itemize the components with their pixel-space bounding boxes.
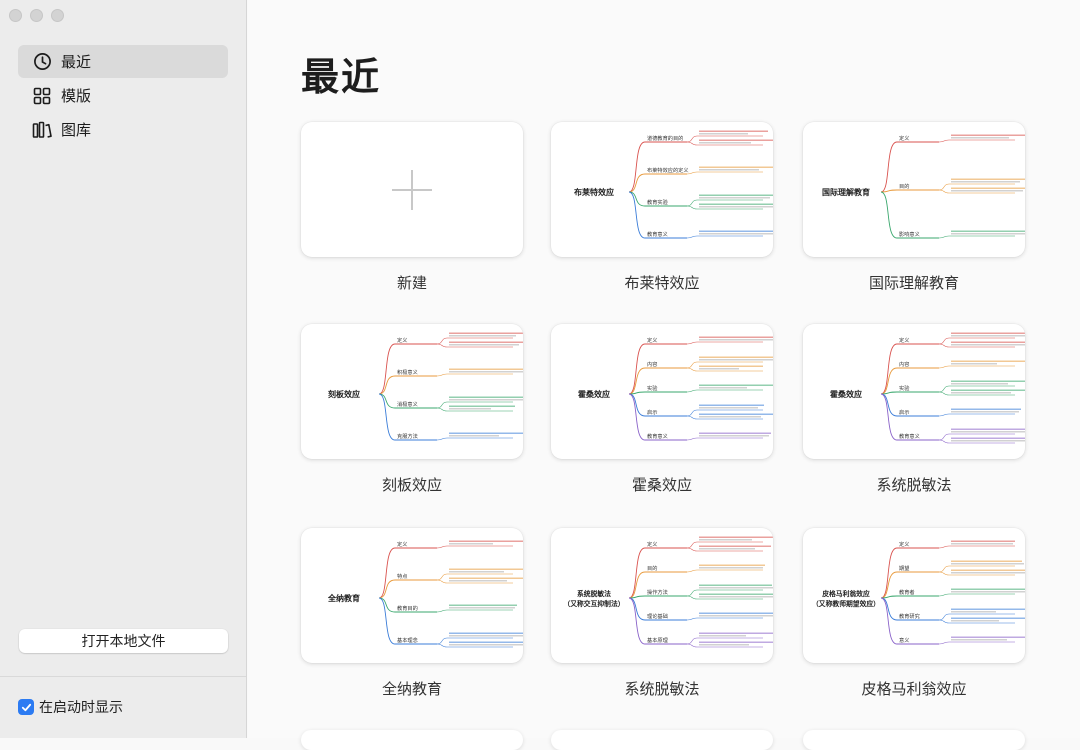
mindmap-branch-label: 实验 <box>899 384 910 392</box>
mindmap-branch-label: 道德教育的目的 <box>647 134 683 142</box>
mindmap-thumbnail: 霍桑效应 定义内容实验启示教育意义 <box>578 336 773 441</box>
sidebar-item-label: 最近 <box>61 53 92 71</box>
mindmap-root-label: 霍桑效应 <box>830 389 862 399</box>
mindmap-branch-label: 教育研究 <box>899 612 920 620</box>
file-card[interactable]: 系统脱敏法 （又称交互抑制法） 定义目的操作方法理论基础基本原理 <box>551 528 773 663</box>
mindmap-branch-label: 目的 <box>899 182 909 190</box>
mindmap-root-label: 刻板效应 <box>328 389 360 399</box>
show-on-startup-option: 在启动时显示 <box>18 697 123 717</box>
mindmap-branch-label: 期望 <box>899 564 909 572</box>
file-card[interactable]: 皮格马利翁效应 （又称教师期望效应） 定义期望教育者教育研究意义 <box>803 528 1025 663</box>
mindmap-root-label: 全纳教育 <box>327 593 360 603</box>
file-card-title: 系统脱敏法 <box>624 680 700 698</box>
mindmap-branch-label: 定义 <box>397 540 407 548</box>
mindmap-branch-label: 教育目的 <box>397 604 418 612</box>
mindmap-branch-label: 启示 <box>647 408 657 416</box>
mindmap-branch-label: 定义 <box>899 134 909 142</box>
file-card-title: 布莱特效应 <box>624 274 700 292</box>
mindmap-thumbnail: 刻板效应 定义积极意义消极意义克服方法 <box>328 332 523 441</box>
file-card[interactable]: 霍桑效应 定义内容实验启示教育意义 <box>551 324 773 459</box>
library-icon <box>32 120 52 140</box>
page-title: 最近 <box>301 55 382 99</box>
sidebar-item-label: 模版 <box>61 87 92 105</box>
mindmap-branch-label: 目的 <box>647 564 657 572</box>
mindmap-branch-label: 教育实验 <box>647 198 669 206</box>
main-content: 最近 新建 布莱特效应 道德教育的目的 布莱特效应的定义 教育实验 教育意义 布莱特效应 国际… <box>248 0 1080 750</box>
mindmap-branch-label: 内容 <box>647 360 657 368</box>
mindmap-branch-label: 基本原理 <box>647 636 669 644</box>
file-card[interactable]: 国际理解教育 定义目的影响意义 <box>803 122 1025 257</box>
file-card-partial[interactable] <box>551 730 773 750</box>
mindmap-thumbnail: 布莱特效应 道德教育的目的布莱特效应的定义教育实验教育意义 <box>573 130 773 239</box>
checkmark-icon <box>21 703 31 711</box>
sidebar-item-label: 图库 <box>61 121 92 139</box>
mindmap-branch-label: 教育意义 <box>899 432 920 440</box>
close-window-button[interactable] <box>9 9 22 22</box>
mindmap-thumbnail: 全纳教育 定义特点教育目的基本理念 <box>327 540 523 648</box>
mindmap-branch-label: 启示 <box>899 408 909 416</box>
mindmap-branch-label: 定义 <box>647 540 657 548</box>
mindmap-thumbnail: 霍桑效应 定义内容实验启示教育意义 <box>830 332 1025 444</box>
file-card[interactable]: 布莱特效应 道德教育的目的 布莱特效应的定义 教育实验教育意义 <box>551 122 773 257</box>
file-card-partial[interactable] <box>301 730 523 750</box>
window-controls <box>9 9 64 22</box>
grid-icon <box>32 86 52 106</box>
mindmap-branch-label: 教育意义 <box>647 230 668 238</box>
mindmap-branch-label: 影响意义 <box>899 230 920 238</box>
mindmap-thumbnail: 国际理解教育 定义目的影响意义 <box>822 134 1025 239</box>
mindmap-branch-label: 特点 <box>397 572 407 580</box>
mindmap-root-label: 皮格马利翁效应 <box>821 589 870 598</box>
show-on-startup-checkbox[interactable] <box>18 699 34 715</box>
new-file-card[interactable] <box>301 122 523 257</box>
mindmap-thumbnail: 系统脱敏法（又称交互抑制法） 定义目的操作方法理论基础基本原理 <box>563 536 773 648</box>
minimize-window-button[interactable] <box>30 9 43 22</box>
mindmap-root-label: 系统脱敏法 <box>577 589 611 598</box>
zoom-window-button[interactable] <box>51 9 64 22</box>
file-card-title: 霍桑效应 <box>631 476 692 494</box>
mindmap-branch-label: 积极意义 <box>397 368 418 376</box>
file-card-title: 皮格马利翁效应 <box>861 680 967 698</box>
mindmap-root-label: （又称交互抑制法） <box>563 599 624 608</box>
clock-icon <box>32 52 52 72</box>
file-card[interactable]: 全纳教育 定义特点教育目的基本理念 <box>301 528 523 663</box>
mindmap-branch-label: 消极意义 <box>397 400 418 408</box>
file-card-title: 系统脱敏法 <box>876 476 952 494</box>
sidebar-item-recent[interactable]: 最近 <box>18 45 228 78</box>
mindmap-branch-label: 教育意义 <box>647 432 668 440</box>
sidebar: 最近 模版 图库 打开本地文件 在启动时显示 <box>0 0 247 738</box>
file-card-title: 全纳教育 <box>381 680 442 698</box>
file-card-title: 国际理解教育 <box>868 274 959 292</box>
sidebar-nav: 最近 模版 图库 <box>18 45 228 147</box>
sidebar-divider <box>0 676 246 677</box>
mindmap-branch-label: 教育者 <box>899 588 915 596</box>
mindmap-root-label: 布莱特效应 <box>573 187 614 197</box>
mindmap-branch-label: 定义 <box>647 336 657 344</box>
mindmap-branch-label: 克服方法 <box>397 432 418 440</box>
open-local-file-button[interactable]: 打开本地文件 <box>19 629 228 653</box>
mindmap-branch-label: 定义 <box>899 540 909 548</box>
mindmap-branch-label: 理论基础 <box>647 612 668 620</box>
file-card-title: 新建 <box>396 274 427 292</box>
file-card-title: 刻板效应 <box>381 476 442 494</box>
mindmap-branch-label: 定义 <box>899 336 909 344</box>
mindmap-root-label: 霍桑效应 <box>578 389 610 399</box>
mindmap-branch-label: 定义 <box>397 336 407 344</box>
mindmap-thumbnail: 皮格马利翁效应（又称教师期望效应） 定义期望教育者教育研究意义 <box>812 540 1025 645</box>
plus-icon <box>392 170 432 210</box>
mindmap-branch-label: 内容 <box>899 360 909 368</box>
mindmap-branch-label: 基本理念 <box>397 636 418 644</box>
file-card[interactable]: 霍桑效应 定义内容实验启示教育意义 <box>803 324 1025 459</box>
mindmap-root-label: （又称教师期望效应） <box>812 599 880 608</box>
sidebar-item-library[interactable]: 图库 <box>18 113 228 146</box>
show-on-startup-label: 在启动时显示 <box>39 700 123 716</box>
mindmap-root-label: 国际理解教育 <box>822 187 870 197</box>
mindmap-branch-label: 实验 <box>647 384 658 392</box>
mindmap-branch-label: 操作方法 <box>647 588 668 596</box>
mindmap-branch-label: 布莱特效应的定义 <box>647 166 689 174</box>
file-card[interactable]: 刻板效应 定义积极意义消极意义克服方法 <box>301 324 523 459</box>
mindmap-branch-label: 意义 <box>899 636 909 644</box>
sidebar-item-templates[interactable]: 模版 <box>18 79 228 112</box>
file-card-partial[interactable] <box>803 730 1025 750</box>
